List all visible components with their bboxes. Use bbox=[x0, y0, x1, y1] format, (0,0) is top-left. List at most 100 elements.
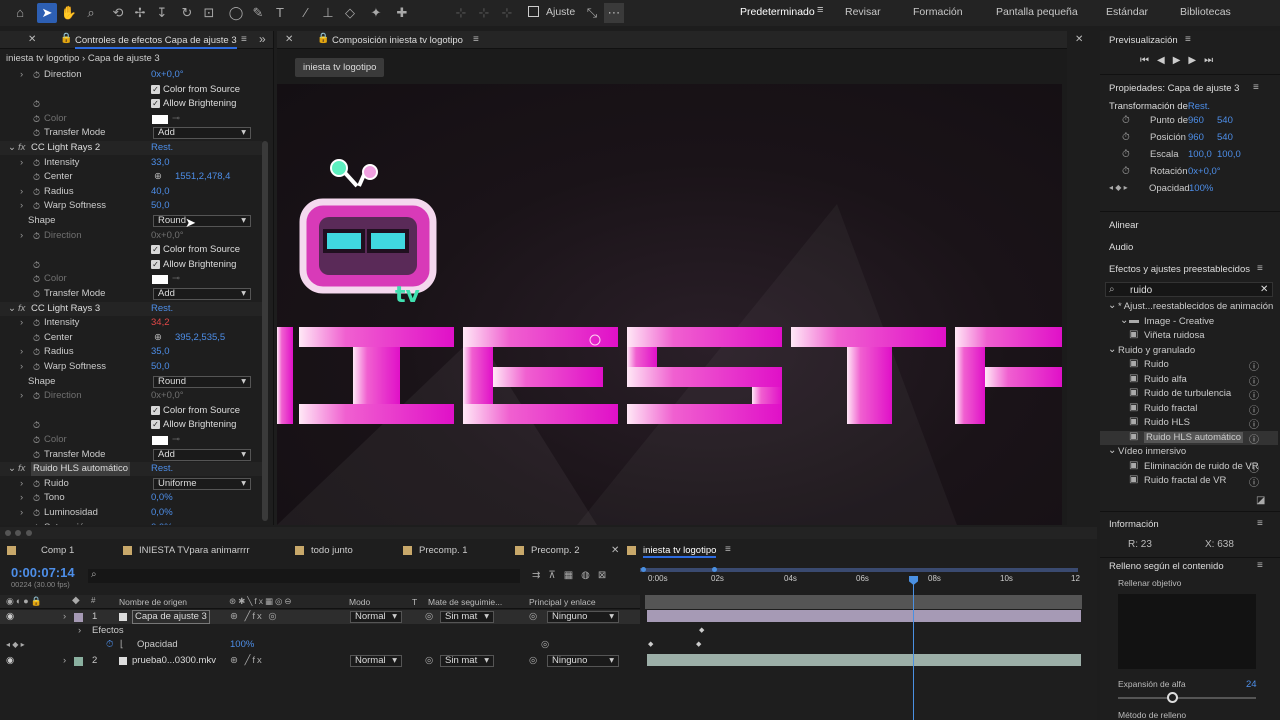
color-swatch[interactable] bbox=[152, 275, 168, 285]
dropdown-select[interactable]: Add bbox=[153, 448, 251, 461]
dropdown-select[interactable]: Add bbox=[153, 288, 251, 300]
pickwhip-icon[interactable]: ◎ bbox=[529, 654, 537, 668]
col-source-name[interactable]: Nombre de origen bbox=[119, 597, 187, 607]
effect-row[interactable]: › ⏱ Direction 0x+0,0° bbox=[0, 229, 262, 243]
roto-brush-icon[interactable]: ✦ bbox=[366, 3, 386, 23]
tree-arrow-icon[interactable]: ⌄ bbox=[1120, 315, 1128, 326]
alpha-slider-handle[interactable] bbox=[1167, 692, 1178, 703]
blend-mode-dropdown[interactable]: Normal bbox=[350, 611, 402, 623]
twirl-arrow-icon[interactable]: › bbox=[63, 610, 66, 624]
workspace-1[interactable]: Revisar bbox=[845, 6, 881, 18]
eraser-tool-icon[interactable]: ◇ bbox=[340, 3, 360, 23]
checkbox[interactable]: ✓ Allow Brightening bbox=[151, 418, 236, 432]
tree-arrow-icon[interactable]: ⌄ bbox=[1108, 344, 1116, 355]
expand-arrow-icon[interactable]: › bbox=[20, 477, 23, 491]
effect-row[interactable]: ⏱ Center ⊕ 395,2,535,5 bbox=[0, 331, 262, 345]
property-value[interactable]: 0x+0,0° bbox=[151, 389, 184, 403]
preset-tree-item[interactable]: ▣ Ruido de turbulencia ⓘ bbox=[1100, 387, 1278, 402]
color-swatch[interactable] bbox=[152, 436, 168, 445]
properties-menu-icon[interactable]: ≡ bbox=[1253, 82, 1259, 93]
work-area-bar[interactable] bbox=[645, 595, 1082, 609]
prop-stopwatch-icon[interactable]: ◂ ◆ ▸ bbox=[1109, 183, 1128, 192]
workspace-4[interactable]: Estándar bbox=[1106, 6, 1148, 18]
close-comp-icon[interactable]: ✕ bbox=[285, 34, 293, 45]
opacity-stopwatch-icon[interactable]: ⏱ bbox=[106, 638, 113, 652]
dropdown-select[interactable]: Uniforme bbox=[153, 477, 251, 490]
preset-tree-item[interactable]: ▣ Ruido ⓘ bbox=[1100, 358, 1278, 373]
close-tab-icon[interactable]: ✕ bbox=[611, 545, 619, 556]
time-ruler[interactable]: 0:00s 02s 04s 06s 08s 10s 12 bbox=[640, 565, 1080, 583]
workspace-2[interactable]: Formación bbox=[913, 6, 963, 18]
prop-value-1[interactable]: 100,0 bbox=[1188, 149, 1212, 160]
prop-value-1[interactable]: 0x+0,0° bbox=[1188, 166, 1221, 177]
label-color-swatch[interactable] bbox=[74, 657, 83, 666]
expand-arrow-icon[interactable]: › bbox=[20, 156, 23, 170]
comp-viewer[interactable]: tv bbox=[277, 84, 1062, 525]
stopwatch-icon[interactable]: ⏱ bbox=[33, 360, 40, 374]
layer1-bar[interactable] bbox=[647, 610, 1081, 622]
property-value[interactable]: 0x+0,0° bbox=[151, 68, 184, 82]
workspace-5[interactable]: Bibliotecas bbox=[1180, 6, 1231, 18]
dropdown-select[interactable]: Round bbox=[153, 375, 251, 388]
parent-dropdown[interactable]: Ninguno bbox=[547, 611, 619, 623]
layer-switches[interactable]: ⊛ ╱fx bbox=[230, 654, 264, 668]
prop-value-1[interactable]: 960 bbox=[1188, 115, 1204, 126]
orbit-camera-icon[interactable]: ⟲ bbox=[108, 3, 128, 23]
stopwatch-icon[interactable]: ⏱ bbox=[33, 316, 40, 330]
collapse-arrow-icon[interactable]: ⌄ bbox=[8, 462, 16, 476]
effect-row[interactable]: ✓ Color from Source bbox=[0, 404, 262, 418]
preset-tree-item[interactable]: ▣ Ruido HLS ⓘ bbox=[1100, 416, 1278, 431]
comp-tab-5[interactable]: iniesta tv logotipo bbox=[643, 545, 717, 558]
track-matte-dropdown[interactable]: Sin mat bbox=[440, 655, 494, 667]
eyedropper-icon[interactable]: ⊸ bbox=[172, 272, 180, 286]
info-icon[interactable]: ⓘ bbox=[1249, 460, 1259, 475]
collapse-arrow-icon[interactable]: ⌄ bbox=[8, 302, 16, 316]
layer2-bar[interactable] bbox=[647, 654, 1081, 666]
stopwatch-icon[interactable]: ⏱ bbox=[33, 448, 40, 462]
prop-value-1[interactable]: 960 bbox=[1188, 132, 1204, 143]
col-mode[interactable]: Modo bbox=[349, 597, 370, 607]
dropdown-select[interactable]: Add bbox=[153, 127, 251, 140]
effect-header[interactable]: ⌄ fx CC Light Rays 2 Rest. bbox=[0, 141, 262, 155]
stopwatch-icon[interactable]: ⏱ bbox=[33, 126, 40, 140]
prop-value-2[interactable]: 100,0 bbox=[1217, 149, 1241, 160]
effect-row[interactable]: › ⏱ Warp Softness 50,0 bbox=[0, 199, 262, 213]
eyedropper-icon[interactable]: ⊸ bbox=[172, 433, 180, 447]
stopwatch-icon[interactable]: ⏱ bbox=[33, 418, 40, 432]
prop-value-1[interactable]: 100% bbox=[1189, 183, 1213, 194]
eye-icon[interactable]: ◉ bbox=[6, 610, 14, 624]
comp-tab[interactable]: iniesta tv logotipo bbox=[295, 58, 385, 77]
keyframe-nav-icon[interactable]: ◂ ◆ ▸ bbox=[6, 638, 25, 652]
preset-tree-item[interactable]: ▣ Viñeta ruidosa bbox=[1100, 329, 1278, 343]
effect-row[interactable]: ⏱ ✓ Allow Brightening bbox=[0, 258, 262, 272]
stopwatch-icon[interactable]: ⏱ bbox=[33, 287, 40, 301]
lock-icon[interactable]: 🔒 bbox=[60, 33, 72, 44]
checkbox[interactable]: ✓ Color from Source bbox=[151, 404, 240, 418]
col-parent[interactable]: Principal y enlace bbox=[529, 597, 596, 607]
layer-switches[interactable]: ⊛ ╱fx ◎ bbox=[230, 610, 279, 624]
collapse-arrow-icon[interactable]: ⌄ bbox=[8, 141, 16, 155]
pan-behind-tool-icon[interactable]: ⊡ bbox=[199, 3, 219, 23]
preset-tree-item[interactable]: ⌄ ▬ Image - Creative bbox=[1100, 315, 1278, 329]
point-value[interactable]: 1551,2,478,4 bbox=[175, 170, 230, 184]
expand-arrow-icon[interactable]: › bbox=[20, 185, 23, 199]
effect-row[interactable]: ⏱ Transfer Mode Add bbox=[0, 126, 262, 140]
property-value[interactable]: 0,0% bbox=[151, 506, 173, 520]
effect-row[interactable]: › ⏱ Luminosidad 0,0% bbox=[0, 506, 262, 520]
col-track-matte[interactable]: Mate de seguimie... bbox=[428, 597, 502, 607]
effect-row[interactable]: ✓ Color from Source bbox=[0, 243, 262, 257]
pen-tool-icon[interactable]: ✎ bbox=[248, 3, 268, 23]
effect-row[interactable]: › ⏱ Radius 35,0 bbox=[0, 345, 262, 359]
expand-arrow-icon[interactable]: › bbox=[20, 506, 23, 520]
effect-row[interactable]: ⏱ ✓ Allow Brightening bbox=[0, 418, 262, 432]
stopwatch-icon[interactable]: ⏱ bbox=[33, 477, 40, 491]
snap-edges-icon[interactable]: ⤡ bbox=[582, 3, 602, 23]
comp-tab-0[interactable]: Comp 1 bbox=[41, 545, 74, 556]
preset-tree-item[interactable]: ▣ Eliminación de ruido de VR ⓘ bbox=[1100, 460, 1278, 475]
preset-tree-item[interactable]: ⌄ Ruido y granulado bbox=[1100, 344, 1278, 358]
stopwatch-icon[interactable]: ⏱ bbox=[33, 112, 40, 126]
keyframe-1[interactable]: ◆ bbox=[699, 626, 704, 634]
effect-reset-link[interactable]: Rest. bbox=[151, 302, 173, 316]
info-menu-icon[interactable]: ≡ bbox=[1257, 518, 1263, 529]
effect-row[interactable]: › ⏱ Direction 0x+0,0° bbox=[0, 389, 262, 403]
